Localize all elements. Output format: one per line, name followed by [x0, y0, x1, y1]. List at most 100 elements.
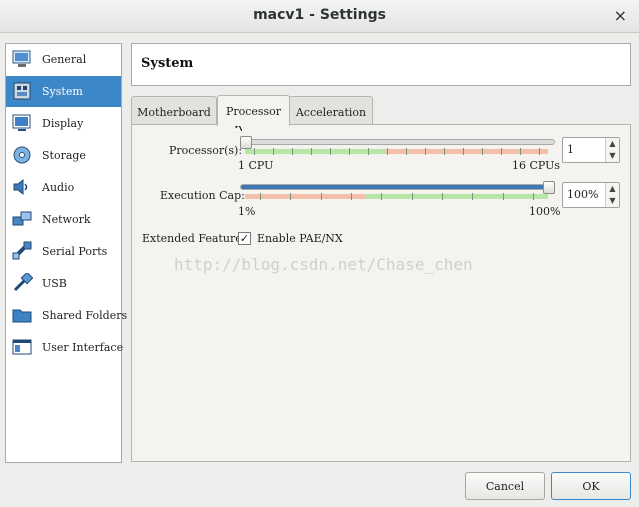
processors-label: Processor(s): — [169, 144, 243, 157]
cancel-button-label: Cancel — [485, 480, 525, 493]
execution-cap-slider-fill — [241, 185, 554, 189]
sidebar-item-display[interactable]: Display — [6, 108, 121, 139]
tab-acceleration[interactable]: Acceleration — [289, 96, 373, 124]
slider-tick — [520, 148, 521, 155]
processors-value: 1 — [567, 143, 574, 156]
slider-tick — [539, 148, 540, 155]
slider-tick — [381, 193, 382, 200]
tab-label: Acceleration — [295, 106, 367, 119]
slider-tick — [472, 193, 473, 200]
execution-cap-slider-scale — [245, 193, 548, 200]
spin-up-icon[interactable]: ▲ — [606, 138, 619, 150]
sidebar-item-label: Storage — [42, 149, 86, 162]
tab-processor[interactable]: Processor — [217, 95, 290, 126]
sidebar-item-network[interactable]: Network — [6, 204, 121, 235]
execution-cap-max-label: 100% — [529, 205, 561, 218]
slider-tick — [254, 148, 255, 155]
settings-category-list: General System Display Storage Audio Net… — [5, 43, 127, 463]
slider-tick — [330, 148, 331, 155]
slider-tick — [311, 148, 312, 155]
page-title: System — [141, 56, 194, 71]
sidebar-item-usb[interactable]: USB — [6, 268, 121, 299]
execution-cap-recommended-zone — [366, 194, 548, 199]
slider-tick — [533, 193, 534, 200]
slider-tick — [412, 193, 413, 200]
processor-panel — [131, 124, 631, 462]
network-icon — [11, 209, 33, 229]
close-icon[interactable]: × — [614, 6, 627, 25]
execution-cap-slider-handle[interactable] — [543, 181, 555, 194]
execution-cap-spinbox[interactable]: 100% ▲ ▼ — [562, 182, 620, 208]
sidebar-item-serial-ports[interactable]: Serial Ports — [6, 236, 121, 267]
sidebar-item-label: Audio — [42, 181, 75, 194]
storage-disk-icon — [11, 145, 33, 165]
execution-cap-low-zone — [245, 194, 366, 199]
watermark-text: http://blog.csdn.net/Chase_chen — [174, 255, 473, 274]
sidebar-item-label: Display — [42, 117, 84, 130]
sidebar-item-label: User Interface — [42, 341, 124, 354]
sidebar-item-label: Serial Ports — [42, 245, 108, 258]
slider-tick — [425, 148, 426, 155]
slider-tick — [351, 193, 352, 200]
sidebar-item-label: System — [42, 85, 83, 98]
sidebar-item-system[interactable]: System — [6, 76, 121, 107]
display-monitor-icon — [11, 113, 33, 133]
spin-down-icon[interactable]: ▼ — [606, 150, 619, 162]
spin-down-icon[interactable]: ▼ — [606, 195, 619, 207]
tab-label: Processor — [225, 105, 282, 118]
ok-button-label: OK — [582, 480, 600, 493]
sidebar-item-storage[interactable]: Storage — [6, 140, 121, 171]
slider-tick — [442, 193, 443, 200]
processors-spinbox[interactable]: 1 ▲ ▼ — [562, 137, 620, 163]
extended-features-label: Extended Features: — [142, 232, 252, 245]
spin-up-icon[interactable]: ▲ — [606, 183, 619, 195]
enable-pae-nx-checkbox[interactable]: ✓ — [238, 232, 251, 245]
sidebar-item-user-interface[interactable]: User Interface — [6, 332, 124, 363]
execution-cap-slider-groove[interactable] — [240, 184, 555, 190]
slider-tick — [368, 148, 369, 155]
sidebar-item-label: General — [42, 53, 87, 66]
processors-max-label: 16 CPUs — [512, 159, 561, 172]
sidebar-item-label: Shared Folders — [42, 309, 128, 322]
cancel-button[interactable]: Cancel — [465, 472, 545, 500]
processors-slider-handle[interactable] — [240, 136, 252, 149]
tab-label: Motherboard — [137, 106, 211, 119]
usb-icon — [11, 271, 34, 293]
slider-tick — [292, 148, 293, 155]
sidebar-item-general[interactable]: General — [6, 44, 121, 75]
processors-recommended-zone — [245, 149, 386, 154]
shared-folder-icon — [11, 305, 33, 325]
general-monitor-icon — [11, 49, 33, 69]
slider-tick — [321, 193, 322, 200]
sidebar-item-label: USB — [42, 277, 67, 290]
execution-cap-value: 100% — [567, 188, 599, 201]
sidebar-item-label: Network — [42, 213, 91, 226]
slider-tick — [501, 148, 502, 155]
sidebar-item-audio[interactable]: Audio — [6, 172, 121, 203]
slider-tick — [482, 148, 483, 155]
title-bar: macv1 - Settings × — [0, 0, 639, 33]
processors-min-label: 1 CPU — [238, 159, 274, 172]
slider-tick — [349, 148, 350, 155]
ok-button[interactable]: OK — [551, 472, 631, 500]
serial-port-icon — [11, 241, 33, 261]
audio-speaker-icon — [11, 177, 33, 197]
page-header: System — [131, 43, 631, 86]
slider-tick — [273, 148, 274, 155]
processors-slider-groove[interactable] — [240, 139, 555, 145]
slider-tick — [444, 148, 445, 155]
slider-tick — [503, 193, 504, 200]
tab-motherboard[interactable]: Motherboard — [131, 96, 217, 124]
processors-overcommit-zone — [386, 149, 548, 154]
execution-cap-min-label: 1% — [238, 205, 256, 218]
user-interface-icon — [11, 337, 33, 357]
enable-pae-nx-label[interactable]: Enable PAE/NX — [257, 232, 343, 245]
slider-tick — [290, 193, 291, 200]
window-title: macv1 - Settings — [253, 7, 386, 23]
processors-slider-scale — [245, 148, 548, 155]
sidebar-item-shared-folders[interactable]: Shared Folders — [6, 300, 127, 331]
slider-tick — [387, 148, 388, 155]
system-chip-icon — [11, 81, 33, 101]
slider-tick — [406, 148, 407, 155]
slider-tick — [260, 193, 261, 200]
